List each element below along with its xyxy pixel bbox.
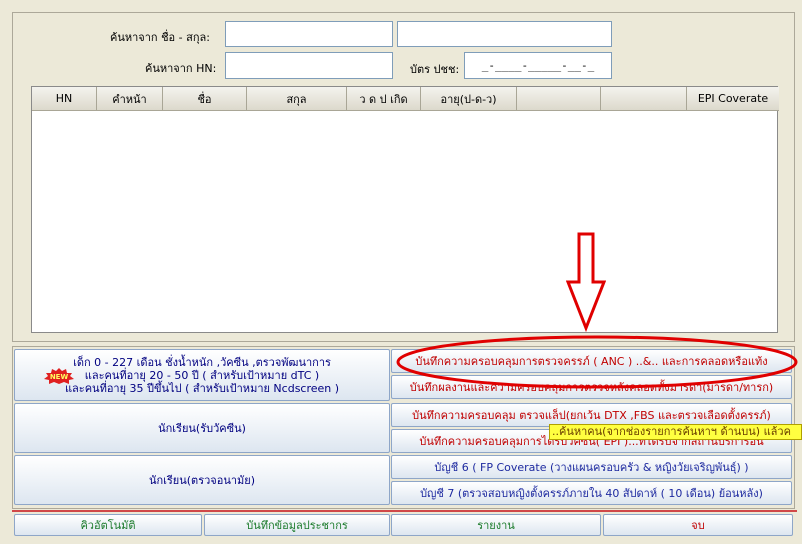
grid-header: HN คำหน้า ชื่อ สกุล ว ด ป เกิด อายุ(ป-ด-…	[32, 87, 779, 111]
id-card-input[interactable]: _-____-_____-__-_	[464, 52, 612, 79]
results-grid[interactable]: HN คำหน้า ชื่อ สกุล ว ด ป เกิด อายุ(ป-ด-…	[31, 86, 779, 333]
col-surname[interactable]: สกุล	[247, 87, 347, 111]
red-arrow-annotation	[566, 232, 606, 332]
end-button[interactable]: จบ	[603, 514, 793, 536]
firstname-input[interactable]	[225, 21, 393, 47]
col-epi-coverate[interactable]: EPI Coverate	[687, 87, 779, 111]
auto-queue-button[interactable]: คิวอัตโนมัติ	[14, 514, 202, 536]
col-prefix[interactable]: คำหน้า	[97, 87, 163, 111]
child-line-3: และคนที่อายุ 35 ปีขึ้นไป ( สำหรับเป้าหมา…	[64, 381, 340, 395]
col-blank-1[interactable]	[517, 87, 601, 111]
col-firstname[interactable]: ชื่อ	[163, 87, 247, 111]
report-button[interactable]: รายงาน	[391, 514, 601, 536]
hn-input[interactable]	[225, 52, 393, 79]
col-age[interactable]: อายุ(ป-ด-ว)	[421, 87, 517, 111]
bottom-separator	[12, 510, 797, 512]
account-6-button[interactable]: บัญชี 6 ( FP Coverate (วางแผนครอบครัว & …	[391, 455, 792, 479]
name-search-label: ค้นหาจาก ชื่อ - สกุล:	[110, 31, 210, 44]
col-hn[interactable]: HN	[32, 87, 97, 111]
student-health-button[interactable]: นักเรียน(ตรวจอนามัย)	[14, 455, 390, 505]
id-card-label: บัตร ปชช:	[410, 63, 460, 76]
search-hint-tooltip: ..ค้นหาคน(จากช่องรายการค้นหาฯ ด้านบน) แล…	[549, 424, 802, 440]
child-line-1: เด็ก 0 - 227 เดือน ชั่งน้ำหนัก ,วัคซีน ,…	[73, 355, 331, 369]
population-record-button[interactable]: บันทึกข้อมูลประชากร	[204, 514, 390, 536]
new-badge-icon: NEW	[44, 368, 74, 384]
red-ellipse-annotation	[396, 335, 798, 389]
surname-input[interactable]	[397, 21, 612, 47]
account-7-button[interactable]: บัญชี 7 (ตรวจสอบหญิงตั้งครรภ์ภายใน 40 สั…	[391, 481, 792, 505]
new-badge-text: NEW	[50, 373, 69, 381]
col-blank-2[interactable]	[601, 87, 687, 111]
hn-search-label: ค้นหาจาก HN:	[145, 62, 217, 75]
child-line-2: และคนที่อายุ 20 - 50 ปี ( สำหรับเป้าหมาย…	[84, 368, 320, 382]
col-birthdate[interactable]: ว ด ป เกิด	[347, 87, 421, 111]
student-vaccine-button[interactable]: นักเรียน(รับวัคซีน)	[14, 403, 390, 453]
